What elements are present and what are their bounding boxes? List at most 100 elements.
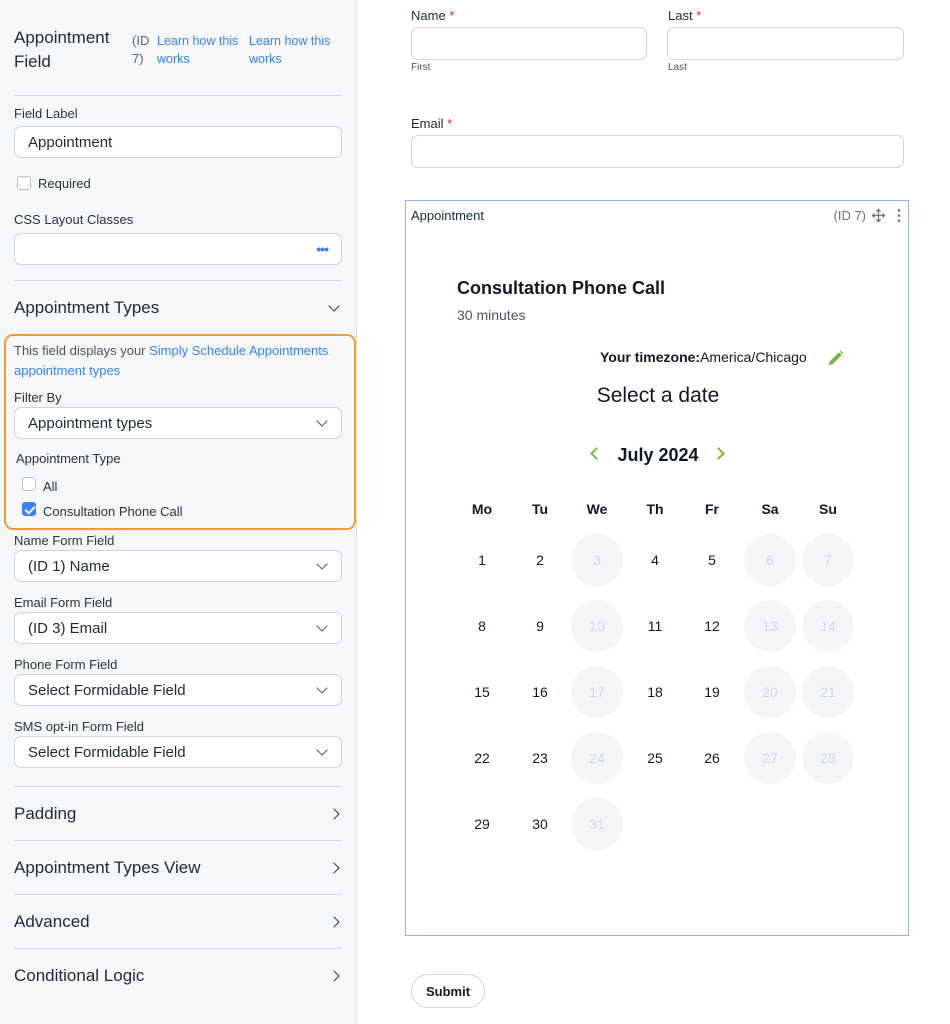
option-consultation-label: Consultation Phone Call xyxy=(43,504,183,519)
calendar-day-unavailable: 7 xyxy=(802,534,854,586)
email-field-select[interactable]: (ID 3) Email xyxy=(14,612,342,644)
calendar-day-unavailable: 27 xyxy=(744,732,796,784)
filter-by-label: Filter By xyxy=(14,390,62,405)
calendar-day-unavailable: 28 xyxy=(802,732,854,784)
calendar-day-unavailable: 21 xyxy=(802,666,854,718)
calendar-day-unavailable: 24 xyxy=(571,732,623,784)
timezone-label: Your timezone: xyxy=(600,349,701,365)
calendar-day-unavailable: 3 xyxy=(571,534,623,586)
month-label: July 2024 xyxy=(617,445,699,465)
appointment-label: Appointment xyxy=(411,208,484,223)
pencil-icon[interactable] xyxy=(826,349,845,368)
section-conditional-logic[interactable]: Conditional Logic xyxy=(14,948,342,1002)
learn-how-link-2[interactable]: Learn how this works xyxy=(249,32,344,68)
calendar-day[interactable]: 2 xyxy=(514,534,566,586)
field-label-input[interactable]: Appointment xyxy=(14,126,342,158)
weekday-header: Su xyxy=(819,501,837,517)
calendar-day[interactable]: 16 xyxy=(514,666,566,718)
first-name-input[interactable] xyxy=(411,27,647,60)
calendar-day-unavailable: 20 xyxy=(744,666,796,718)
chevron-down-icon xyxy=(328,299,340,312)
calendar-day[interactable]: 8 xyxy=(456,600,508,652)
section-padding[interactable]: Padding xyxy=(14,786,342,840)
phone-field-select[interactable]: Select Formidable Field xyxy=(14,674,342,706)
calendar-day[interactable]: 15 xyxy=(456,666,508,718)
css-classes-label: CSS Layout Classes xyxy=(14,212,134,227)
sms-field-value: Select Formidable Field xyxy=(28,743,186,761)
chevron-down-icon xyxy=(316,620,328,632)
weekday-header: Mo xyxy=(471,501,493,517)
section-title: Appointment Types View xyxy=(14,857,201,877)
calendar-day[interactable]: 12 xyxy=(686,600,738,652)
email-input[interactable] xyxy=(411,135,904,168)
calendar-day[interactable]: 1 xyxy=(456,534,508,586)
sidebar-header: Appointment Field (ID 7) Learn how this … xyxy=(14,26,342,96)
calendar-day[interactable]: 11 xyxy=(629,600,681,652)
name-field-label: Name Form Field xyxy=(14,533,115,548)
weekday-header: Th xyxy=(646,501,664,517)
required-mark: * xyxy=(447,116,453,131)
section-appointment-types-view[interactable]: Appointment Types View xyxy=(14,840,342,894)
last-label-text: Last xyxy=(668,8,693,23)
calendar-day-unavailable: 10 xyxy=(571,600,623,652)
required-mark: * xyxy=(696,8,702,23)
learn-how-link-1[interactable]: Learn how this works xyxy=(157,32,247,68)
option-all-label: All xyxy=(43,479,58,494)
email-field-label: Email Form Field xyxy=(14,595,113,610)
calendar-day[interactable]: 22 xyxy=(456,732,508,784)
field-id: (ID 7) xyxy=(132,33,150,66)
move-icon[interactable] xyxy=(871,208,886,223)
css-classes-input[interactable]: ••• xyxy=(14,233,342,265)
last-name-input[interactable] xyxy=(667,27,904,60)
calendar-day-unavailable: 6 xyxy=(744,534,796,586)
calendar-day-unavailable: 31 xyxy=(571,798,623,850)
calendar-day[interactable]: 4 xyxy=(629,534,681,586)
last-label: Last * xyxy=(668,8,701,23)
weekday-header: Fr xyxy=(705,501,719,517)
more-vertical-icon[interactable] xyxy=(896,208,902,223)
submit-button[interactable]: Submit xyxy=(411,974,485,1008)
section-advanced[interactable]: Advanced xyxy=(14,894,342,948)
chevron-down-icon xyxy=(316,682,328,694)
sms-field-select[interactable]: Select Formidable Field xyxy=(14,736,342,768)
field-label-value: Appointment xyxy=(28,133,113,151)
section-title: Advanced xyxy=(14,911,90,931)
option-all-checkbox[interactable] xyxy=(22,477,36,491)
first-sublabel: First xyxy=(411,62,431,73)
weekday-header: We xyxy=(586,501,608,517)
calendar-day[interactable]: 19 xyxy=(686,666,738,718)
required-checkbox[interactable] xyxy=(17,176,31,190)
chevron-right-icon xyxy=(328,807,340,820)
calendar-day[interactable]: 29 xyxy=(456,798,508,850)
email-label-text: Email xyxy=(411,116,444,131)
chevron-down-icon xyxy=(316,415,328,427)
calendar-day[interactable]: 30 xyxy=(514,798,566,850)
email-field-value: (ID 3) Email xyxy=(28,619,108,637)
appointment-field-block[interactable]: Appointment (ID 7) Consultation Phone Ca… xyxy=(405,200,909,936)
section-appointment-types[interactable]: Appointment Types xyxy=(14,280,342,334)
last-sublabel: Last xyxy=(668,62,687,73)
option-consultation-checkbox[interactable] xyxy=(22,502,36,516)
calendar-day[interactable]: 25 xyxy=(629,732,681,784)
chevron-down-icon xyxy=(316,558,328,570)
required-mark: * xyxy=(449,8,455,23)
field-settings-sidebar: Appointment Field (ID 7) Learn how this … xyxy=(0,0,357,1024)
filter-by-value: Appointment types xyxy=(28,414,153,432)
calendar-day[interactable]: 26 xyxy=(686,732,738,784)
name-field-select[interactable]: (ID 1) Name xyxy=(14,550,342,582)
weekday-header: Sa xyxy=(761,501,779,517)
field-label-label: Field Label xyxy=(14,106,78,121)
sms-field-label: SMS opt-in Form Field xyxy=(14,719,145,734)
calendar-day-unavailable: 17 xyxy=(571,666,623,718)
section-title: Padding xyxy=(14,803,77,823)
calendar-day[interactable]: 23 xyxy=(514,732,566,784)
email-label: Email * xyxy=(411,116,452,131)
calendar-day[interactable]: 9 xyxy=(514,600,566,652)
chevron-right-icon xyxy=(328,861,340,874)
chevron-right-icon xyxy=(328,969,340,982)
timezone-display: Your timezone:America/Chicago xyxy=(600,349,807,365)
more-options-icon[interactable]: ••• xyxy=(316,241,329,257)
calendar-day[interactable]: 5 xyxy=(686,534,738,586)
filter-by-select[interactable]: Appointment types xyxy=(14,407,342,439)
calendar-day[interactable]: 18 xyxy=(629,666,681,718)
